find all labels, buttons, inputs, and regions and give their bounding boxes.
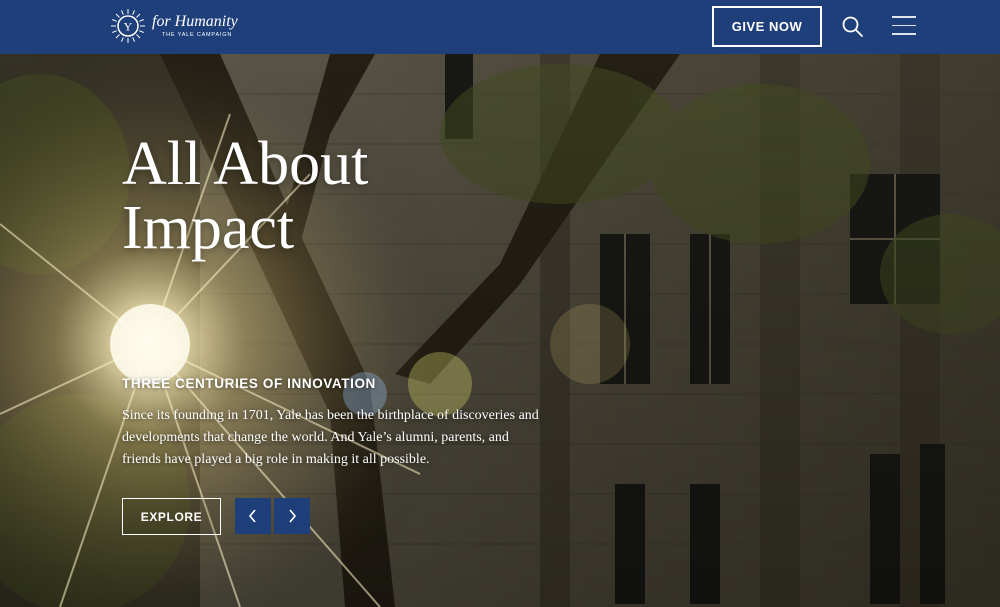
yale-seal-icon: Y bbox=[111, 9, 145, 43]
hero-eyebrow: THREE CENTURIES OF INNOVATION bbox=[122, 376, 376, 391]
carousel-next-button[interactable] bbox=[274, 498, 310, 534]
hero-carousel: All About Impact THREE CENTURIES OF INNO… bbox=[0, 54, 1000, 607]
hero-title-line-1: All About bbox=[122, 130, 369, 198]
hero-description: Since its founding in 1701, Yale has bee… bbox=[122, 408, 539, 467]
hero-heading-block: All About Impact bbox=[122, 132, 542, 260]
carousel-prev-button[interactable] bbox=[235, 498, 271, 534]
explore-button[interactable]: EXPLORE bbox=[122, 498, 221, 535]
search-icon[interactable] bbox=[840, 14, 866, 40]
site-header: Y for Humanity THE YALE CAMPAIGN GIVE NO… bbox=[0, 0, 1000, 54]
svg-text:Y: Y bbox=[124, 20, 133, 34]
hero-title-line-2: Impact bbox=[122, 194, 295, 262]
logo-title: for Humanity bbox=[152, 12, 238, 30]
hamburger-menu-icon[interactable] bbox=[892, 16, 916, 36]
campaign-logo[interactable]: Y for Humanity THE YALE CAMPAIGN bbox=[110, 7, 238, 45]
chevron-left-icon bbox=[248, 509, 256, 523]
give-now-button[interactable]: GIVE NOW bbox=[712, 6, 822, 47]
chevron-right-icon bbox=[289, 509, 297, 523]
logo-subtitle: THE YALE CAMPAIGN bbox=[162, 31, 233, 38]
hero-title: All About Impact bbox=[122, 132, 542, 260]
